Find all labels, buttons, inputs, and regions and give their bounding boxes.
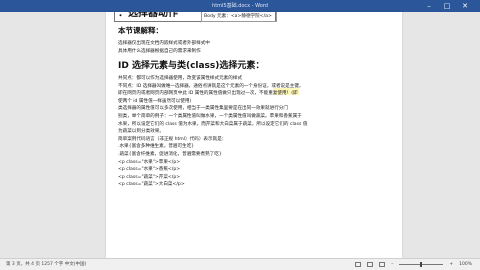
window-controls: – □ ✕	[420, 0, 474, 12]
status-controls: – + 100%	[355, 259, 472, 270]
summary-line: 选择器仅出现在文档内嵌样式或者外部样式中	[118, 41, 210, 46]
title-bar: html5基础.docx - Word – □ ✕	[0, 0, 480, 12]
body-line: 别类，举个简单的例子：一个类属性值叫做水果，一个类属性值叫做蔬菜。苹果和香蕉属于	[118, 114, 302, 119]
window-title: html5基础.docx - Word	[212, 3, 268, 9]
document-page[interactable]: ：选择器动作 Body 元素：<a>静德学院</a> 本节课解释： 选择器仅出现…	[106, 12, 402, 258]
print-layout-icon[interactable]	[367, 262, 374, 267]
body-line: .水果{富含多种维生素，普遍可生吃}	[118, 144, 195, 150]
zoom-slider[interactable]	[399, 262, 444, 267]
minimize-icon[interactable]: –	[420, 0, 438, 12]
web-layout-icon[interactable]	[379, 262, 386, 267]
document-workspace: ：选择器动作 Body 元素：<a>静德学院</a> 本节课解释： 选择器仅出现…	[0, 12, 480, 258]
body-line: 共同点：都可以作为选择器使用，改变该属性样式元素的样式	[118, 76, 243, 81]
section-heading: ：选择器动作	[118, 12, 178, 19]
body-line: 水果，所以设定它们的 class 值为水果，而芹菜和大白菜属于蔬菜，所以设定它们…	[118, 121, 308, 127]
zoom-in-icon[interactable]: +	[449, 259, 453, 270]
summary-line: 具体用什么选择器根据自己的需求来制作	[118, 48, 201, 54]
code-line: <p class="水果">香蕉</p>	[118, 167, 181, 173]
body-line: 类选择器的属性值可以多次使用，相当于一类属性集里要是在出同一效果就进行分门	[118, 106, 288, 112]
main-heading: ID 选择元素与类(class)选择元素：	[118, 61, 265, 71]
body-line: .蔬菜{富含纤维素，促进消化，普遍需要煮熟了吃}	[118, 152, 222, 157]
body-line: 使两个 id 属性值一样虽然可以使用)	[118, 98, 192, 104]
status-bar: 第 3 页，共 4 页 1257 个字 中文(中国) – + 100%	[0, 258, 480, 270]
body-line: 为蔬菜以到分类效果。	[118, 129, 164, 135]
read-mode-icon[interactable]	[355, 262, 362, 267]
code-line: <p class="水果">苹果</p>	[118, 159, 181, 165]
body-line: 不同点：ID 选择器叫做唯一选择器，通俗点讲就是这个元素的一个身份证，或者说是主…	[118, 83, 304, 89]
code-line: <p class="蔬菜">芹菜</p>	[118, 174, 181, 180]
close-icon[interactable]: ✕	[456, 0, 474, 12]
code-sample-cell: Body 元素：<a>静德学院</a>	[201, 12, 277, 22]
zoom-slider-thumb[interactable]	[420, 262, 423, 267]
body-line: 即在网页内或者网页内部网页中此 ID 属性的属性值做只出现过一次，不能重复使用！…	[118, 91, 298, 97]
summary-heading: 本节课解释：	[118, 26, 163, 35]
maximize-icon[interactable]: □	[438, 0, 456, 12]
status-info: 第 3 页，共 4 页 1257 个字 中文(中国)	[6, 262, 87, 267]
zoom-out-icon[interactable]: –	[391, 259, 393, 270]
zoom-level-label[interactable]: 100%	[459, 259, 472, 270]
body-line: 简单案例代码语言（非正规 html）代码）表示就是：	[118, 136, 227, 142]
code-line: <p class="蔬菜">大白菜</p>	[118, 182, 185, 188]
